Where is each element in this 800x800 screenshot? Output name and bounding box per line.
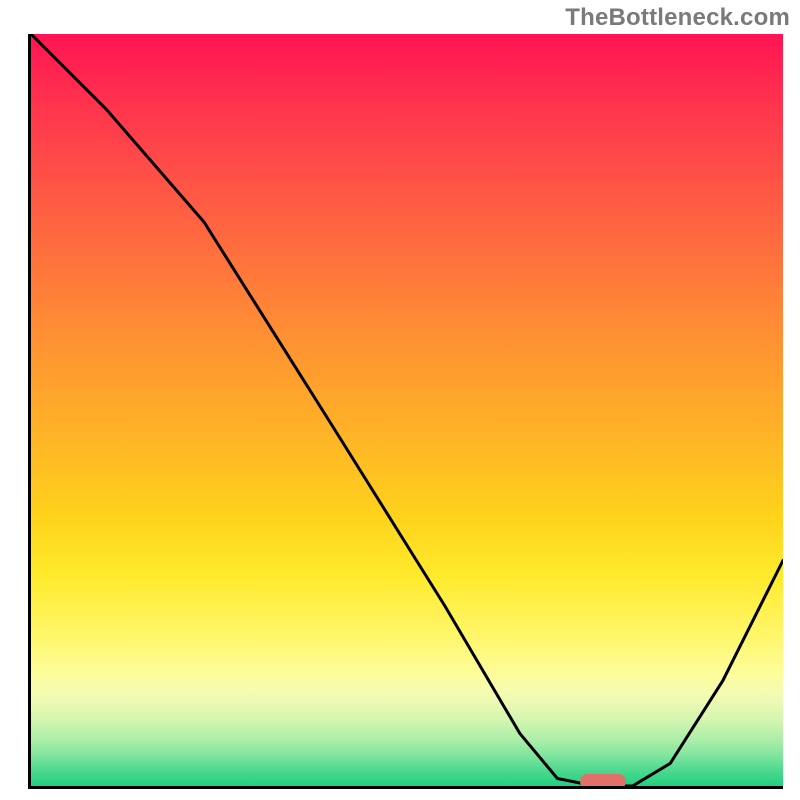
optimum-marker bbox=[580, 774, 626, 789]
bottleneck-curve bbox=[31, 34, 783, 786]
plot-area bbox=[28, 34, 783, 789]
watermark-text: TheBottleneck.com bbox=[565, 4, 790, 32]
chart-frame: TheBottleneck.com bbox=[0, 0, 800, 800]
